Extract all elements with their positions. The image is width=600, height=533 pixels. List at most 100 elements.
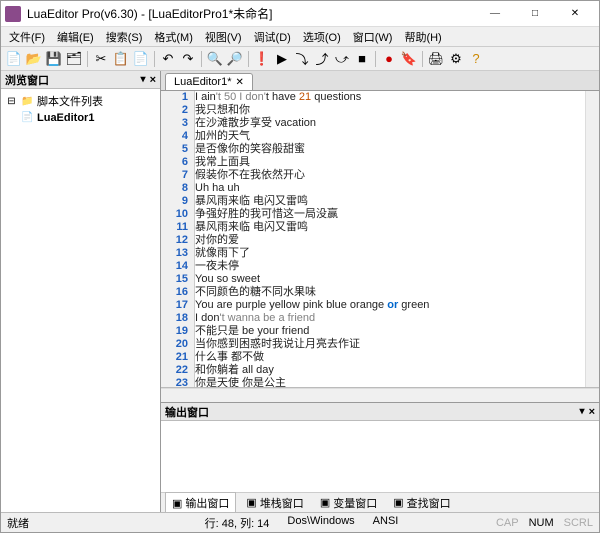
panel-close-icon[interactable]: × [589, 406, 595, 418]
help-icon[interactable]: ? [467, 50, 485, 68]
code-line[interactable]: I ain't 50 I don't have 21 questions [195, 91, 585, 104]
output-tab-find[interactable]: ▣查找窗口 [387, 493, 456, 513]
output-body[interactable] [161, 421, 599, 492]
code-line[interactable]: 你是天使 你是公主 [195, 377, 585, 387]
code-line[interactable]: 在沙滩散步享受 vacation [195, 117, 585, 130]
status-bar: 就绪 行: 48, 列: 14 Dos\Windows ANSI CAP NUM… [1, 512, 599, 532]
settings-icon[interactable]: ⚙ [447, 50, 465, 68]
print-icon[interactable]: 🖨 [427, 50, 445, 68]
menu-edit[interactable]: 编辑(E) [51, 27, 100, 47]
code-line[interactable]: 我常上面具 [195, 156, 585, 169]
status-encoding: ANSI [373, 515, 399, 531]
line-number: 18 [161, 312, 188, 325]
line-number: 22 [161, 364, 188, 377]
toolbar: 📄 📂 💾 🗂 ✂ 📋 📄 ↶ ↷ 🔍 🔎 ❗ ▶ ⤵ ⤴ ⤻ ■ ● 🔖 🖨 … [1, 47, 599, 71]
code-line[interactable]: 和你躺着 all day [195, 364, 585, 377]
menu-file[interactable]: 文件(F) [3, 27, 51, 47]
tree-file-item[interactable]: 📄 LuaEditor1 [21, 111, 156, 124]
title-bar: LuaEditor Pro(v6.30) - [LuaEditorPro1*未命… [1, 1, 599, 27]
save-icon[interactable]: 💾 [45, 50, 63, 68]
panel-close-icon[interactable]: × [150, 74, 156, 86]
output-panel-header: 输出窗口 ▾ × [161, 403, 599, 421]
expand-icon[interactable]: ⊟ [5, 95, 18, 108]
find-icon[interactable]: 🔍 [206, 50, 224, 68]
output-tabs: ▣输出窗口 ▣堆栈窗口 ▣变量窗口 ▣查找窗口 [161, 492, 599, 512]
tree-root[interactable]: ⊟ 📁 脚本文件列表 [5, 93, 156, 109]
code-line[interactable]: I don't wanna be a friend [195, 312, 585, 325]
line-number: 21 [161, 351, 188, 364]
vertical-scrollbar[interactable] [585, 91, 599, 387]
stepout-icon[interactable]: ⤻ [333, 50, 351, 68]
code-line[interactable]: 一夜未停 [195, 260, 585, 273]
browse-panel-title: 浏览窗口 [5, 72, 49, 88]
code-line[interactable]: 争强好胜的我可惜这一局没赢 [195, 208, 585, 221]
code-line[interactable]: 不同颜色的糖不同水果味 [195, 286, 585, 299]
code-area[interactable]: I ain't 50 I don't have 21 questions我只想和… [195, 91, 585, 387]
stepover-icon[interactable]: ⤴ [313, 50, 331, 68]
editor-tab[interactable]: LuaEditor1* ✕ [165, 73, 253, 90]
code-line[interactable]: 加州的天气 [195, 130, 585, 143]
line-number: 8 [161, 182, 188, 195]
code-line[interactable]: You so sweet [195, 273, 585, 286]
maximize-button[interactable]: □ [515, 2, 555, 26]
horizontal-scrollbar[interactable] [161, 388, 599, 402]
bookmark-icon[interactable]: 🔖 [400, 50, 418, 68]
output-tab-var[interactable]: ▣变量窗口 [314, 493, 383, 513]
menu-options[interactable]: 选项(O) [297, 27, 347, 47]
menu-help[interactable]: 帮助(H) [398, 27, 447, 47]
stepinto-icon[interactable]: ⤵ [293, 50, 311, 68]
redo-icon[interactable]: ↷ [179, 50, 197, 68]
code-line[interactable]: 对你的爱 [195, 234, 585, 247]
separator [201, 51, 202, 67]
code-line[interactable]: 不能只是 be your friend [195, 325, 585, 338]
breakpoint-icon[interactable]: ● [380, 50, 398, 68]
stop-icon[interactable]: ■ [353, 50, 371, 68]
open-icon[interactable]: 📂 [25, 50, 43, 68]
undo-icon[interactable]: ↶ [159, 50, 177, 68]
menu-format[interactable]: 格式(M) [148, 27, 199, 47]
menu-view[interactable]: 视图(V) [199, 27, 248, 47]
separator [375, 51, 376, 67]
pin-icon[interactable]: ▾ [141, 74, 146, 85]
line-number: 13 [161, 247, 188, 260]
close-button[interactable]: ✕ [555, 2, 595, 26]
separator [154, 51, 155, 67]
code-line[interactable]: 假装你不在我依然开心 [195, 169, 585, 182]
menu-search[interactable]: 搜索(S) [100, 27, 149, 47]
code-line[interactable]: 什么事 都不做 [195, 351, 585, 364]
pin-icon[interactable]: ▾ [580, 406, 585, 417]
new-icon[interactable]: 📄 [5, 50, 23, 68]
status-num: NUM [529, 517, 554, 529]
tab-close-icon[interactable]: ✕ [236, 77, 244, 88]
app-icon [5, 6, 21, 22]
copy-icon[interactable]: 📋 [112, 50, 130, 68]
editor: 1234567891011121314151617181920212223242… [161, 91, 599, 402]
output-tab-output[interactable]: ▣输出窗口 [165, 492, 236, 513]
code-line[interactable]: 暴风雨来临 电闪又雷鸣 [195, 221, 585, 234]
debug-icon[interactable]: ▶ [273, 50, 291, 68]
menu-window[interactable]: 窗口(W) [347, 27, 399, 47]
code-line[interactable]: 就像雨下了 [195, 247, 585, 260]
code-line[interactable]: You are purple yellow pink blue orange o… [195, 299, 585, 312]
menu-debug[interactable]: 调试(D) [248, 27, 297, 47]
cut-icon[interactable]: ✂ [92, 50, 110, 68]
line-number: 12 [161, 234, 188, 247]
run-icon[interactable]: ❗ [253, 50, 271, 68]
editor-panel: LuaEditor1* ✕ 12345678910111213141516171… [161, 71, 599, 512]
output-tab-stack[interactable]: ▣堆栈窗口 [240, 493, 309, 513]
paste-icon[interactable]: 📄 [132, 50, 150, 68]
tab-label: LuaEditor1* [174, 76, 232, 88]
saveall-icon[interactable]: 🗂 [65, 50, 83, 68]
line-number: 6 [161, 156, 188, 169]
code-line[interactable]: 暴风雨来临 电闪又雷鸣 [195, 195, 585, 208]
minimize-button[interactable]: — [475, 2, 515, 26]
line-number: 7 [161, 169, 188, 182]
replace-icon[interactable]: 🔎 [226, 50, 244, 68]
browse-panel-header: 浏览窗口 ▾ × [1, 71, 160, 89]
code-line[interactable]: 是否像你的笑容般甜蜜 [195, 143, 585, 156]
code-line[interactable]: 我只想和你 [195, 104, 585, 117]
code-line[interactable]: 当你感到困惑时我说让月亮去作证 [195, 338, 585, 351]
line-number: 9 [161, 195, 188, 208]
code-line[interactable]: Uh ha uh [195, 182, 585, 195]
status-position: 行: 48, 列: 14 [205, 515, 270, 531]
